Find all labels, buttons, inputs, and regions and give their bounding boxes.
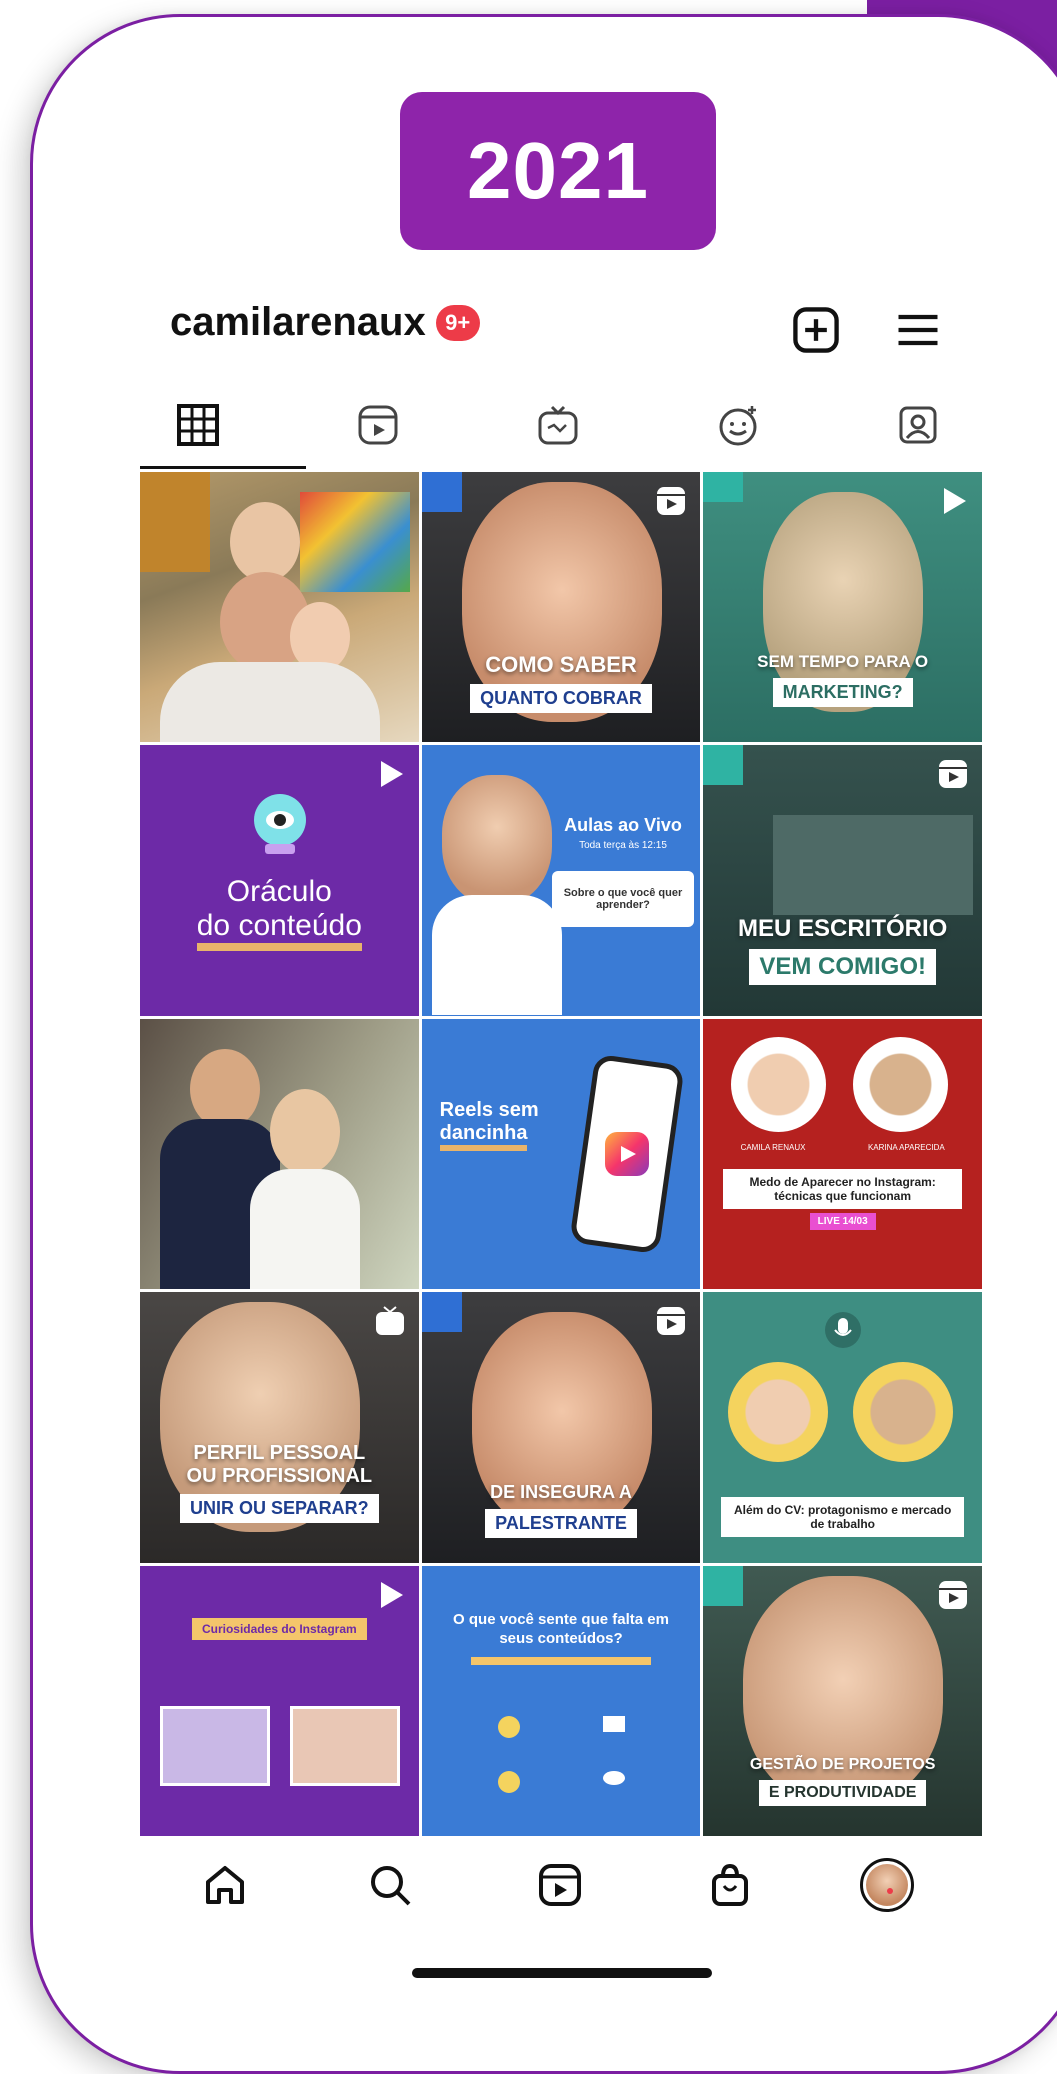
effects-smiley-icon [719, 406, 757, 446]
tab-tagged[interactable] [858, 390, 978, 460]
crystal-ball-icon [254, 794, 306, 855]
profile-header: camilarenaux 9+ [170, 300, 480, 345]
grid-icon [177, 404, 219, 446]
nav-search[interactable] [355, 1850, 425, 1920]
post-tile[interactable] [140, 1018, 419, 1290]
post-grid: COMO SABER QUANTO COBRAR SEM TEMPO PARA … [140, 472, 982, 1836]
post-tile[interactable] [140, 472, 419, 743]
play-icon [380, 761, 403, 788]
post-tile[interactable]: DE INSEGURA A PALESTRANTE [421, 1292, 701, 1563]
nav-profile[interactable] [852, 1850, 922, 1920]
nav-shop[interactable] [695, 1850, 765, 1920]
menu-icon[interactable] [892, 304, 944, 356]
nav-reels[interactable] [525, 1850, 595, 1920]
post-tile[interactable]: Oráculo do conteúdo [140, 745, 419, 1016]
post-tile[interactable]: GESTÃO DE PROJETOS E PRODUTIVIDADE [703, 1565, 982, 1836]
post-caption: DE INSEGURA A PALESTRANTE [422, 1482, 701, 1539]
post-tile[interactable]: Reels sem dancinha [421, 1018, 701, 1290]
post-caption: MEU ESCRITÓRIO VEM COMIGO! [703, 915, 982, 986]
new-post-icon[interactable] [790, 304, 842, 356]
post-caption: Oráculo do conteúdo [140, 875, 419, 952]
nav-home[interactable] [190, 1850, 260, 1920]
post-tile[interactable]: O que você sente que falta em seus conte… [421, 1565, 701, 1836]
post-tile[interactable]: SEM TEMPO PARA O MARKETING? [703, 472, 982, 743]
shopping-bag-icon [712, 1863, 748, 1906]
post-caption: COMO SABER QUANTO COBRAR [422, 652, 701, 713]
reels-icon [358, 405, 398, 445]
post-caption: O que você sente que falta em seus conte… [436, 1610, 687, 1665]
post-tile[interactable]: COMO SABER QUANTO COBRAR [421, 472, 701, 743]
post-tile[interactable]: Aulas ao Vivo Toda terça às 12:15 Sobre … [421, 745, 701, 1016]
profile-tabs [138, 390, 982, 460]
tab-reels[interactable] [318, 390, 438, 460]
post-tile[interactable]: Além do CV: protagonismo e mercado de tr… [703, 1292, 982, 1563]
profile-username[interactable]: camilarenaux [170, 300, 426, 345]
profile-activity-dot [887, 1888, 893, 1894]
tab-grid[interactable] [138, 390, 258, 460]
post-tile[interactable]: PERFIL PESSOAL OU PROFISSIONAL UNIR OU S… [140, 1292, 419, 1563]
bottom-nav [140, 1840, 982, 1940]
post-caption: Medo de Aparecer no Instagram: técnicas … [723, 1168, 962, 1230]
avatar [860, 1858, 914, 1912]
search-icon [371, 1866, 411, 1906]
year-badge: 2021 [400, 92, 716, 250]
post-caption: PERFIL PESSOAL OU PROFISSIONAL UNIR OU S… [140, 1442, 419, 1524]
notification-badge[interactable]: 9+ [435, 304, 480, 341]
post-caption: Curiosidades do Instagram [160, 1617, 399, 1640]
reels-badge-icon [938, 760, 967, 789]
play-icon [943, 488, 966, 514]
post-caption: SEM TEMPO PARA O MARKETING? [703, 652, 982, 707]
guest-names: CAMILA RENAUX KARINA APARECIDA [740, 1142, 945, 1152]
igtv-icon [538, 405, 578, 445]
igtv-badge-icon [375, 1306, 404, 1336]
tab-effects[interactable] [678, 390, 798, 460]
post-caption: GESTÃO DE PROJETOS E PRODUTIVIDADE [703, 1756, 982, 1806]
tab-igtv[interactable] [498, 390, 618, 460]
reels-logo-icon [604, 1131, 649, 1176]
post-tile[interactable]: CAMILA RENAUX KARINA APARECIDA Medo de Ap… [703, 1018, 982, 1290]
reels-badge-icon [938, 1580, 967, 1609]
home-indicator[interactable] [412, 1968, 712, 1978]
post-tile[interactable]: Curiosidades do Instagram [140, 1565, 419, 1836]
post-caption: Aulas ao Vivo Toda terça às 12:15 Sobre … [551, 815, 695, 928]
active-tab-indicator [140, 466, 306, 469]
post-caption: Além do CV: protagonismo e mercado de tr… [721, 1497, 964, 1538]
microphone-icon [825, 1312, 862, 1349]
tagged-icon [899, 406, 937, 444]
reels-badge-icon [657, 487, 686, 515]
home-icon [206, 1866, 244, 1904]
play-icon [380, 1581, 403, 1608]
post-tile[interactable]: MEU ESCRITÓRIO VEM COMIGO! [703, 745, 982, 1016]
post-caption: Reels sem dancinha [439, 1099, 539, 1151]
reels-icon [539, 1864, 581, 1906]
reels-badge-icon [657, 1307, 686, 1336]
